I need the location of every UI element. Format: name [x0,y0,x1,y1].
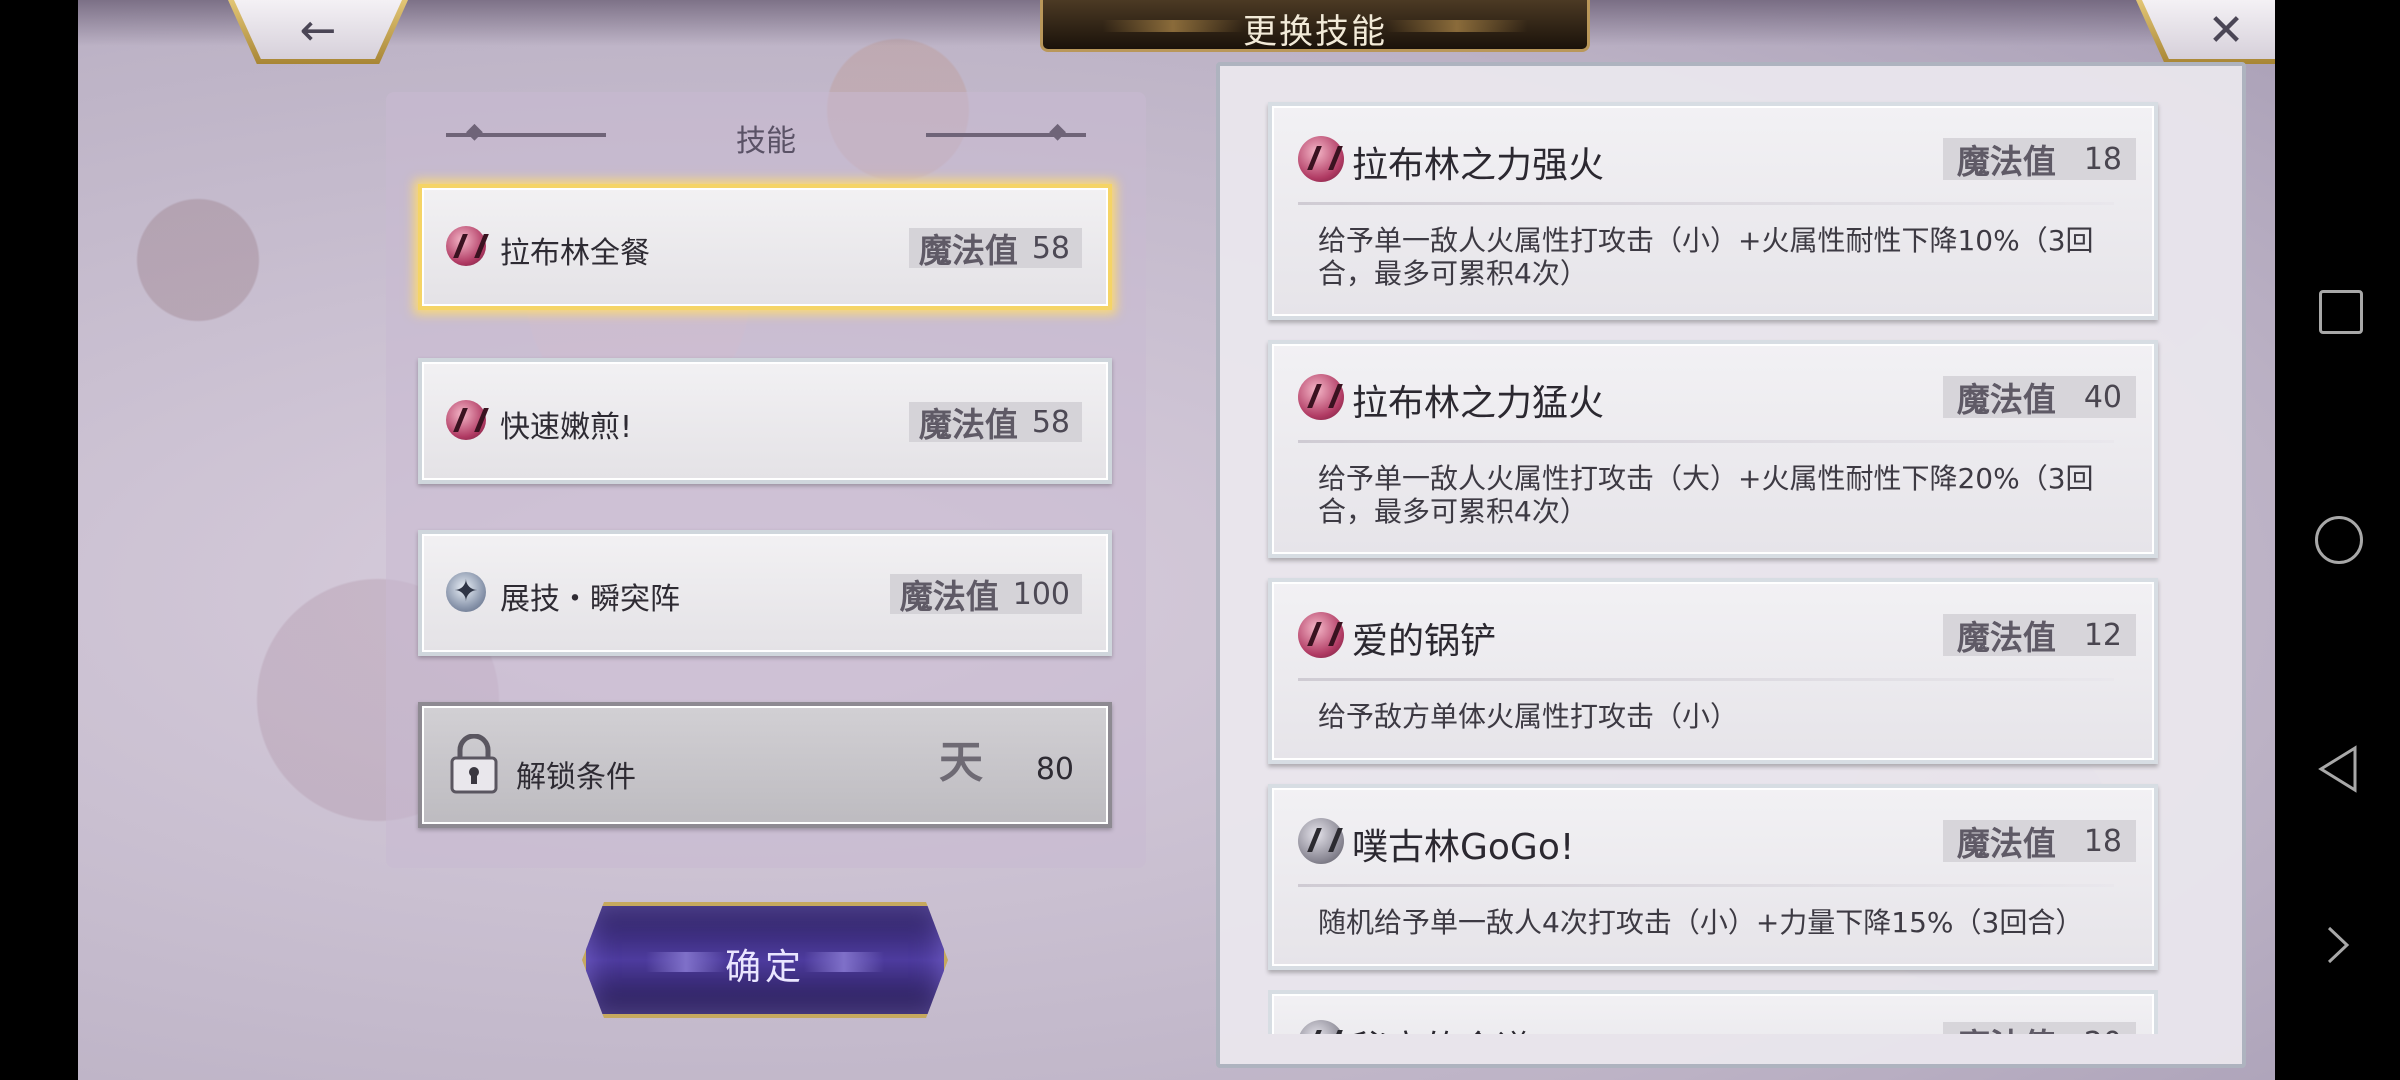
home-icon[interactable] [2275,500,2400,580]
ornament-right-icon [926,119,1086,144]
skill-description: 给予单一敌人火属性打攻击（小）+火属性耐性下降10%（3回合，最多可累积4次） [1318,224,2094,290]
skill-slot-3[interactable]: 展技・瞬突阵 魔法值 100 [418,530,1112,656]
skill-slot-2[interactable]: 快速嫩煎! 魔法值 58 [418,358,1112,484]
mp-label: 魔法值 [1956,380,2056,419]
skill-description: 随机给予单一敌人4次打攻击（小）+力量下降15%（3回合） [1318,906,2084,939]
fire-skill-icon [1298,374,1344,420]
skill-name: 拉布林之力猛火 [1352,383,1605,424]
game-screen: ← 更换技能 ✕ 技能 拉布林全餐 魔法值 58 快速嫩煎! 魔法值 [78,0,2275,1080]
mp-cost: 魔法值 12 [1942,614,2136,657]
skill-slot-name: 快速嫩煎! [500,410,633,445]
mp-value: 12 [2083,617,2122,653]
mp-label: 魔法值 [1956,142,2056,181]
equipped-skills-panel: 技能 拉布林全餐 魔法值 58 快速嫩煎! 魔法值 58 展技・瞬突阵 魔法值 [386,92,1146,868]
mp-label: 魔法值 [918,405,1018,444]
divider [1298,202,2114,205]
close-icon: ✕ [2207,5,2245,56]
skills-heading: 技能 [386,116,1146,159]
chevron-right-icon[interactable] [2275,906,2400,986]
skill-slot-name: 拉布林全餐 [500,236,650,271]
mp-cost: 魔法值 18 [1942,138,2136,181]
mp-cost: 魔法值 58 [908,402,1082,444]
confirm-label: 确定 [724,947,805,988]
skills-heading-label: 技能 [736,124,796,159]
ornament-left-icon [446,119,606,144]
skill-name: 噗古林GoGo! [1352,827,1575,868]
mp-label: 魔法值 [918,231,1018,270]
fire-skill-icon [446,400,486,440]
skill-card[interactable]: 拉布林之力强火 魔法值 18 给予单一敌人火属性打攻击（小）+火属性耐性下降10… [1268,102,2158,320]
mp-cost: 魔法值 58 [908,228,1082,270]
divider [1298,884,2114,887]
mp-value: 18 [2083,141,2122,177]
skill-slot-name: 展技・瞬突阵 [500,582,680,617]
mp-value: 58 [1031,230,1070,266]
neutral-skill-icon [1298,818,1344,864]
close-button[interactable]: ✕ [2136,0,2275,64]
divider [1298,678,2114,681]
nav-back-icon[interactable] [2275,730,2400,810]
unlock-condition-label: 解锁条件 [516,760,636,795]
rank-seal-icon: 天 [939,737,983,788]
skill-card[interactable]: 拉布林之力猛火 魔法值 40 给予单一敌人火属性打攻击（大）+火属性耐性下降20… [1268,340,2158,558]
skill-card[interactable]: 噗古林GoGo! 魔法值 18 随机给予单一敌人4次打攻击（小）+力量下降15%… [1268,784,2158,970]
recent-apps-icon[interactable] [2275,270,2400,350]
mp-value: 100 [1012,576,1070,612]
star-skill-icon [446,572,486,612]
mp-cost: 魔法值 100 [889,574,1082,616]
mp-value: 40 [2083,379,2122,415]
fire-skill-icon [446,226,486,266]
skill-description: 给予敌方单体火属性打攻击（小） [1318,700,1739,733]
mp-label: 魔法值 [1956,618,2056,657]
page-title: 更换技能 [1243,12,1387,52]
skill-name: 拉布林之力强火 [1352,145,1605,186]
fire-skill-icon [1298,136,1344,182]
skill-card[interactable]: 爱的锅铲 魔法值 12 给予敌方单体火属性打攻击（小） [1268,578,2158,764]
system-nav-bar [2275,0,2400,1080]
mp-value: 58 [1031,404,1070,440]
divider [1298,440,2114,443]
mp-cost: 魔法值 40 [1942,376,2136,419]
unlock-level: 80 [1035,752,1074,787]
locked-skill-slot[interactable]: 解锁条件 天 80 [418,702,1112,828]
skill-description: 给予单一敌人火属性打攻击（大）+火属性耐性下降20%（3回合，最多可累积4次） [1318,462,2094,528]
fire-skill-icon [1298,612,1344,658]
mp-cost: 魔法值 18 [1942,820,2136,863]
back-arrow-icon: ← [299,5,337,56]
mp-label: 魔法值 [899,577,999,616]
lock-icon [450,734,498,794]
back-button[interactable]: ← [228,0,408,64]
title-plate: 更换技能 [1040,0,1590,52]
skill-slot-1[interactable]: 拉布林全餐 魔法值 58 [418,184,1112,310]
mp-label: 魔法值 [1956,824,2056,863]
skill-name: 爱的锅铲 [1352,621,1497,662]
mp-value: 18 [2083,823,2122,859]
confirm-button[interactable]: 确定 [582,902,948,1018]
